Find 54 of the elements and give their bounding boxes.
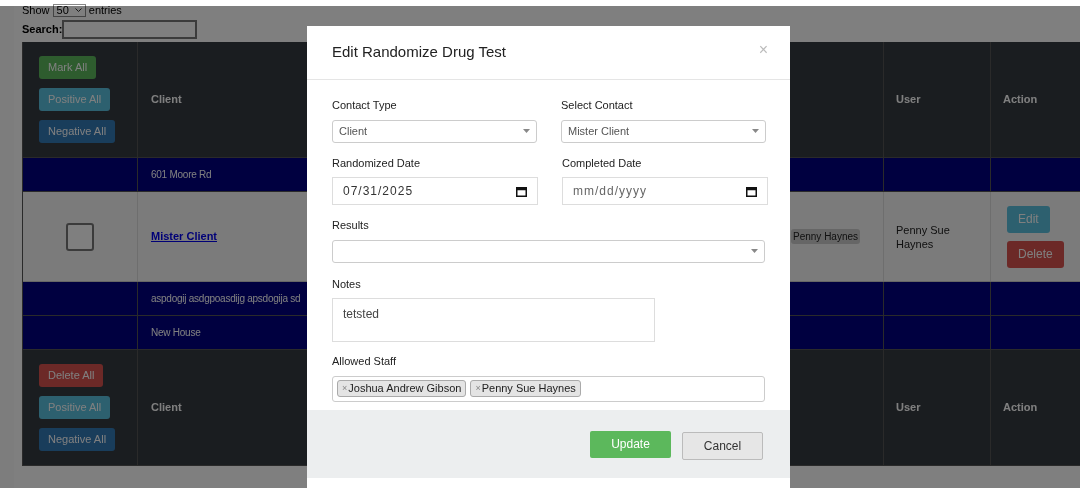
field-label: Select Contact (561, 98, 634, 113)
entries-label: entries (88, 2, 122, 18)
column-header: Client (151, 92, 182, 108)
column-header: User (896, 92, 921, 108)
client-link[interactable]: Mister Client (151, 228, 217, 245)
remove-tag-button[interactable]: × (475, 381, 481, 396)
field-label: Completed Date (562, 155, 643, 171)
staff-tag: Penny Sue Haynes (481, 380, 576, 397)
user-name: Penny Sue Haynes (896, 222, 951, 251)
calendar-icon (746, 185, 757, 197)
notes-field[interactable]: tetsted (332, 298, 655, 342)
dropdown-caret-icon (752, 129, 759, 133)
search-field[interactable] (62, 19, 198, 39)
date-field[interactable]: 07/31/2025 (332, 177, 538, 205)
bulk-action-button[interactable]: Negative All (39, 428, 116, 451)
group-title: 601 Moore Rd (151, 168, 212, 182)
field-label: Results (332, 218, 370, 233)
calendar-icon (516, 185, 527, 197)
group-title: aspdogij asdgpoasdijg apsdogija sd (151, 292, 301, 306)
bulk-action-button[interactable]: Positive All (39, 396, 111, 419)
field-label: Notes (332, 276, 362, 292)
row-action-button[interactable]: Edit (1007, 205, 1050, 233)
field-label: Randomized Date (332, 155, 422, 171)
field-label: Allowed Staff (332, 354, 397, 369)
remove-tag-button[interactable]: × (342, 381, 348, 396)
checkbox[interactable] (66, 222, 94, 251)
cancel-button[interactable]: Cancel (682, 431, 763, 460)
column-header: Action (1003, 92, 1038, 108)
modal-title: Edit Randomize Drug Test (332, 42, 506, 63)
row-action-button[interactable]: Delete (1007, 240, 1064, 268)
bulk-action-button[interactable]: Delete All (39, 364, 104, 387)
dropdown-caret-icon (523, 129, 530, 133)
close-button[interactable]: × (758, 41, 768, 58)
select-field[interactable]: Client (332, 119, 537, 143)
column-header: Action (1003, 400, 1038, 416)
bulk-action-button[interactable]: Positive All (39, 88, 111, 111)
staff-multiselect[interactable]: ×Joshua Andrew Gibson ×Penny Sue Haynes (332, 375, 765, 402)
bulk-action-button[interactable]: Mark All (39, 56, 97, 79)
field-label: Contact Type (332, 98, 398, 113)
staff-tag: Penny Haynes (791, 229, 861, 244)
staff-tag: Joshua Andrew Gibson (348, 380, 462, 397)
column-header: Client (151, 400, 182, 416)
update-button[interactable]: Update (590, 430, 671, 458)
page-size-select[interactable]: 50 (52, 3, 86, 17)
date-field[interactable]: mm/dd/yyyy (562, 177, 768, 205)
show-label: Show (22, 2, 50, 18)
select-field[interactable]: Mister Client (561, 119, 766, 143)
dropdown-caret-icon (751, 249, 758, 253)
select-field[interactable] (332, 239, 765, 263)
column-header: User (896, 400, 921, 416)
search-label: Search: (22, 21, 63, 37)
bulk-action-button[interactable]: Negative All (39, 120, 116, 143)
chevron-down-icon (74, 8, 82, 12)
group-title: New House (151, 326, 201, 340)
